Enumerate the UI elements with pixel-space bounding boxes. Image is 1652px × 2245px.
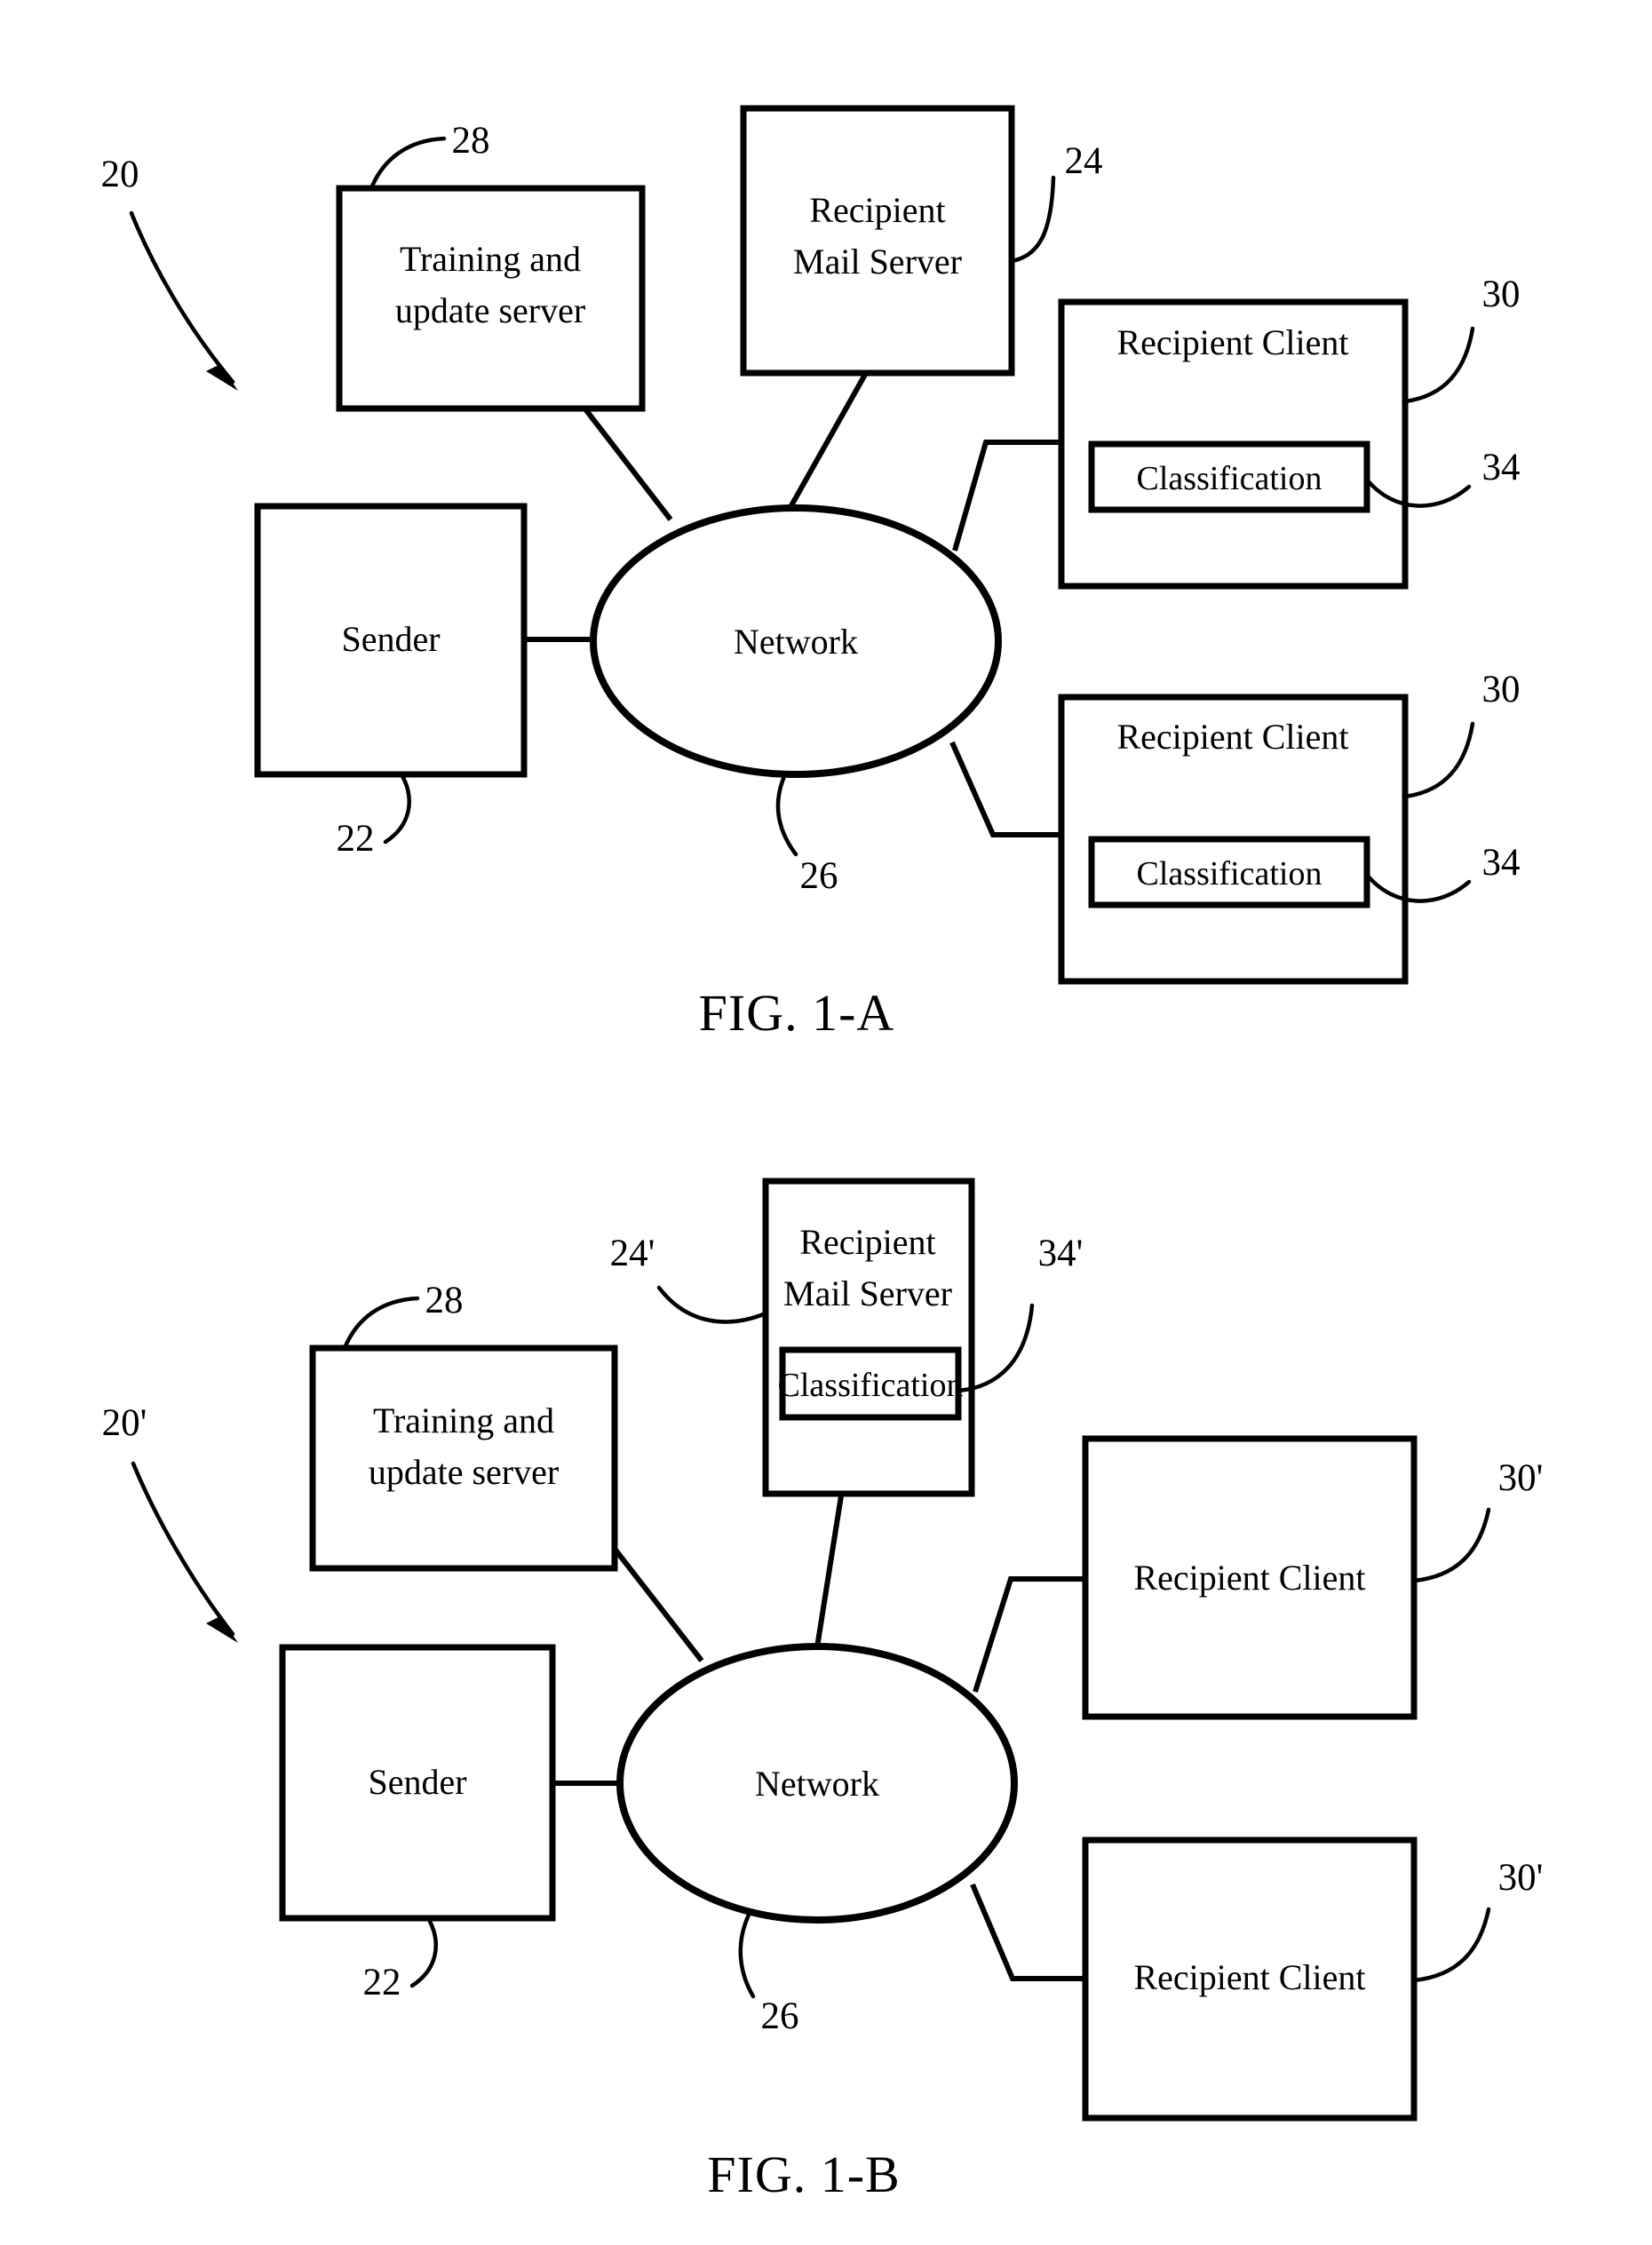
- ref-number-26: 26: [800, 855, 838, 897]
- mail-server-label-line2: Mail Server: [793, 242, 962, 282]
- fig1a-ref-26-callout: 26: [775, 772, 838, 897]
- link-b-network-to-client-top: [973, 1576, 1085, 1693]
- ref-number-28-b: 28: [425, 1280, 464, 1321]
- fig1a-mail-server-node: Recipient Mail Server: [740, 105, 1015, 377]
- lead-line-24-prime: [656, 1285, 768, 1324]
- figure-1a: Training and update server 28 Recipient …: [101, 105, 1521, 1042]
- sender-label: Sender: [341, 619, 440, 659]
- fig1a-ref-22-callout: 22: [337, 772, 411, 860]
- fig1b-ref-22-callout: 22: [363, 1916, 438, 2003]
- ref-number-28: 28: [452, 120, 490, 162]
- figure-1b-caption: FIG. 1-B: [707, 2146, 900, 2203]
- ref-number-30-prime-bottom: 30': [1498, 1857, 1544, 1899]
- lead-line-30-prime-bottom: [1411, 1907, 1491, 1983]
- fig1b-training-server-node: Training and update server: [309, 1345, 618, 1572]
- fig1b-recipient-client-top-node: Recipient Client: [1082, 1435, 1418, 1720]
- mail-server-label-b-line2: Mail Server: [783, 1273, 952, 1313]
- fig1a-ref-30-bottom-callout: 30: [1402, 669, 1521, 799]
- link-network-to-client-top: [952, 440, 1061, 551]
- patent-drawing-sheet: Training and update server 28 Recipient …: [0, 0, 1652, 2245]
- fig1b-system-ref-callout: 20': [102, 1402, 238, 1643]
- classification-bottom-label: Classification: [1137, 855, 1322, 892]
- fig1a-ref-30-top-callout: 30: [1402, 274, 1521, 404]
- link-mailserver-to-network: [783, 371, 869, 517]
- fig1b-ref-30p-top-callout: 30': [1411, 1457, 1544, 1583]
- fig1a-sender-node: Sender: [254, 503, 528, 778]
- ref-number-30-top: 30: [1482, 274, 1521, 315]
- fig1b-recipient-client-bottom-node: Recipient Client: [1082, 1836, 1418, 2122]
- lead-line-26: [775, 772, 798, 857]
- sender-label-b: Sender: [368, 1762, 466, 1802]
- lead-line-20-prime-arrow-shaft: [131, 1461, 235, 1637]
- fig1a-network-node: Network: [590, 504, 1002, 778]
- ref-number-22: 22: [337, 818, 375, 860]
- recipient-client-bottom-label: Recipient Client: [1116, 717, 1348, 757]
- classification-top-label: Classification: [1137, 460, 1322, 497]
- ref-number-34-bottom: 34: [1482, 842, 1521, 884]
- fig1b-ref-24p-callout: 24': [610, 1233, 768, 1324]
- lead-line-30-top: [1402, 326, 1475, 404]
- lead-line-22: [383, 772, 411, 845]
- fig1b-mail-server-node: Recipient Mail Server Classification: [762, 1178, 975, 1497]
- training-server-label-line2: update server: [395, 290, 585, 330]
- lead-line-28: [369, 136, 447, 191]
- fig1a-recipient-client-bottom-node: Recipient Client Classification: [1058, 694, 1409, 985]
- training-server-label-line1: Training and: [400, 239, 581, 279]
- fig1b-sender-node: Sender: [279, 1644, 556, 1922]
- ref-number-24: 24: [1065, 140, 1103, 182]
- figures-canvas: Training and update server 28 Recipient …: [101, 105, 1544, 2203]
- lead-line-20-prime-arrow-head: [206, 1616, 238, 1643]
- lead-line-22-b: [409, 1916, 438, 1988]
- fig1b-ref-28-callout: 28: [342, 1280, 464, 1351]
- network-label-b: Network: [755, 1764, 879, 1804]
- figure-1a-caption: FIG. 1-A: [699, 984, 895, 1042]
- lead-line-20-arrow-shaft: [129, 210, 235, 385]
- ref-number-24-prime: 24': [610, 1233, 655, 1274]
- recipient-client-top-label: Recipient Client: [1116, 322, 1348, 362]
- network-label: Network: [734, 622, 858, 662]
- ref-number-30-bottom: 30: [1482, 669, 1521, 710]
- ref-number-20: 20: [101, 154, 139, 195]
- recipient-client-bottom-label-b: Recipient Client: [1133, 1957, 1365, 1997]
- lead-line-24: [1009, 175, 1056, 264]
- fig1a-ref-24-callout: 24: [1009, 140, 1103, 264]
- fig1a-ref-28-callout: 28: [369, 120, 490, 191]
- fig1a-recipient-client-top-node: Recipient Client Classification: [1058, 298, 1409, 590]
- lead-line-20-arrow-head: [206, 364, 238, 391]
- lead-line-30-prime-top: [1411, 1507, 1491, 1583]
- link-b-training-to-network: [612, 1547, 704, 1662]
- ref-number-34-prime: 34': [1038, 1233, 1084, 1274]
- recipient-client-top-label-b: Recipient Client: [1133, 1558, 1365, 1598]
- lead-line-28-b: [342, 1296, 420, 1351]
- mail-server-box: [740, 105, 1015, 377]
- mail-server-label-line1: Recipient: [809, 190, 945, 230]
- classification-server-label-b: Classification: [778, 1367, 964, 1404]
- ref-number-30-prime-top: 30': [1498, 1457, 1544, 1499]
- mail-server-label-b-line1: Recipient: [799, 1222, 935, 1262]
- link-training-to-network: [584, 409, 673, 521]
- fig1a-system-ref-callout: 20: [101, 154, 238, 391]
- ref-number-20-prime: 20': [102, 1402, 147, 1444]
- fig1b-network-node: Network: [616, 1643, 1018, 1924]
- lead-line-26-b: [738, 1908, 756, 1999]
- lead-line-30-bottom: [1402, 721, 1475, 799]
- training-server-label-b-line1: Training and: [373, 1400, 554, 1440]
- fig1b-ref-26-callout: 26: [738, 1908, 799, 2037]
- ref-number-26-b: 26: [761, 1995, 799, 2037]
- training-server-label-b-line2: update server: [369, 1452, 559, 1492]
- fig1a-training-server-node: Training and update server: [336, 185, 646, 412]
- ref-number-34-top: 34: [1482, 447, 1521, 488]
- ref-number-22-b: 22: [363, 1962, 401, 2003]
- fig1b-ref-34p-callout: 34': [956, 1233, 1084, 1393]
- link-b-network-to-client-bottom: [970, 1883, 1085, 1981]
- link-network-to-client-bottom: [949, 741, 1061, 837]
- figure-1b: Training and update server 28 Recipient …: [102, 1178, 1544, 2203]
- fig1b-ref-30p-bottom-callout: 30': [1411, 1857, 1544, 1983]
